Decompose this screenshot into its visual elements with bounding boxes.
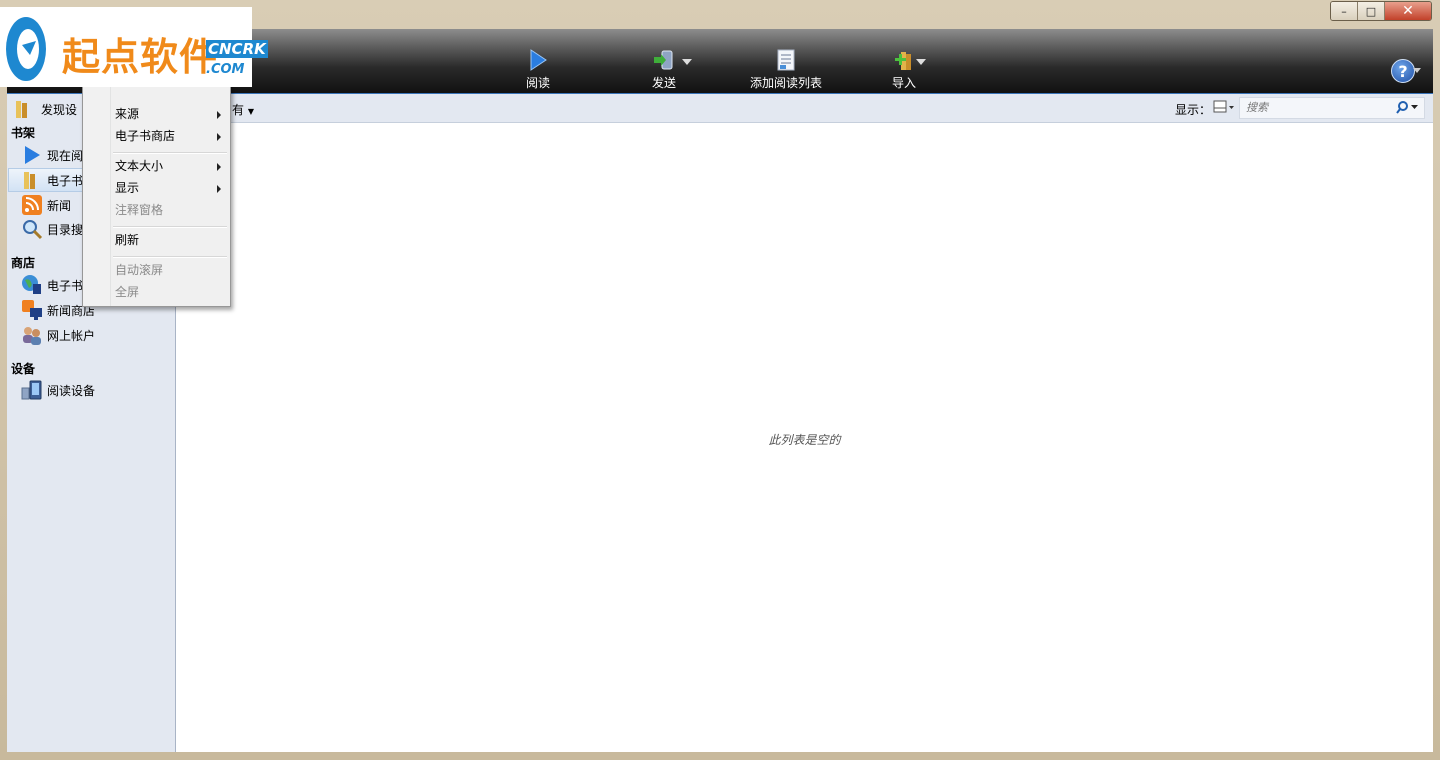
add-reading-list-button[interactable]: 添加阅读列表 <box>750 49 822 93</box>
sidebar-item-label: 发现设 <box>41 102 78 117</box>
view-mode-icon[interactable] <box>1213 100 1235 114</box>
import-button[interactable]: 导入 <box>892 49 926 93</box>
help-icon[interactable]: ? <box>1391 59 1415 83</box>
menu-item-ebook-store[interactable]: 电子书商店 <box>115 126 223 146</box>
menu-item-fullscreen: 全屏 <box>115 282 223 302</box>
app-window: – □ ✕ 阅读 发送 添加阅读列表 导入 ? 发现设 书架 现在阅 电子书 新… <box>0 0 1440 760</box>
search-input[interactable] <box>1246 101 1386 114</box>
menu-item-label: 文本大小 <box>115 159 164 173</box>
maximize-icon[interactable]: □ <box>1358 2 1385 20</box>
users-icon <box>21 324 43 346</box>
help-dropdown-arrow-icon[interactable] <box>1413 68 1421 73</box>
send-device-icon <box>653 49 675 71</box>
send-button[interactable]: 发送 <box>652 49 692 93</box>
sidebar-item-label: 电子书 <box>47 173 84 188</box>
read-button[interactable]: 阅读 <box>526 49 550 93</box>
globe-store-icon <box>21 274 43 296</box>
books-icon <box>13 98 35 120</box>
menu-item-label: 注释窗格 <box>115 203 164 217</box>
menu-item-text-size[interactable]: 文本大小 <box>115 156 223 176</box>
logo-badge: CNCRK <box>206 40 268 58</box>
menu-item-label: 全屏 <box>115 285 140 299</box>
sidebar-item-label: 电子书 <box>47 278 84 293</box>
submenu-arrow-icon <box>217 133 221 141</box>
close-icon[interactable]: ✕ <box>1385 2 1431 20</box>
sidebar-item-discover-devices[interactable]: 发现设 <box>13 98 77 120</box>
news-store-icon <box>21 299 43 321</box>
section-heading-devices: 设备 <box>11 362 36 376</box>
menu-item-label: 来源 <box>115 107 140 121</box>
books-icon <box>21 169 43 191</box>
section-heading-store: 商店 <box>11 256 36 270</box>
submenu-arrow-icon <box>217 185 221 193</box>
menu-item-source[interactable]: 来源 <box>115 104 223 124</box>
menu-icon-gutter <box>83 74 111 306</box>
send-label: 发送 <box>652 76 677 90</box>
sidebar-item-label: 网上帐户 <box>47 328 96 343</box>
magnifier-icon <box>21 218 43 240</box>
search-box <box>1239 97 1425 119</box>
filter-dropdown[interactable]: 有 ▼ <box>232 101 254 118</box>
submenu-arrow-icon <box>217 111 221 119</box>
menu-item-auto-scroll: 自动滚屏 <box>115 260 223 280</box>
sidebar-item-online-account[interactable]: 网上帐户 <box>21 324 171 346</box>
send-dropdown-arrow-icon[interactable] <box>682 59 692 65</box>
filter-value: 有 <box>232 103 245 117</box>
submenu-arrow-icon <box>217 163 221 171</box>
import-icon <box>893 49 915 71</box>
filter-bar: 有 ▼ 显示： <box>176 94 1433 123</box>
menu-item-label: 自动滚屏 <box>115 263 164 277</box>
add-reading-list-label: 添加阅读列表 <box>750 76 823 90</box>
sidebar-item-label: 目录搜 <box>47 222 84 237</box>
chevron-down-icon: ▼ <box>247 107 254 116</box>
content-list: 此列表是空的 <box>176 123 1433 752</box>
menu-item-label: 显示 <box>115 181 140 195</box>
menu-item-refresh[interactable]: 刷新 <box>115 230 223 250</box>
window-caption-buttons: – □ ✕ <box>1330 1 1432 21</box>
menu-item-notes-pane: 注释窗格 <box>115 200 223 220</box>
view-menu: 来源 电子书商店 文本大小 显示 注释窗格 刷新 自动滚屏 全屏 <box>82 73 231 307</box>
logo-title: 起点软件 <box>62 35 219 79</box>
play-icon <box>527 49 549 71</box>
logo-mark-icon <box>6 17 46 81</box>
import-dropdown-arrow-icon[interactable] <box>916 59 926 65</box>
rss-icon <box>21 194 43 216</box>
menu-item-display[interactable]: 显示 <box>115 178 223 198</box>
view-label: 显示： <box>1174 103 1211 117</box>
logo-domain: .COM <box>206 62 245 77</box>
menu-separator <box>113 226 227 228</box>
read-label: 阅读 <box>526 76 551 90</box>
import-label: 导入 <box>892 76 917 90</box>
menu-item-label: 刷新 <box>115 233 140 247</box>
menu-item-label: 电子书商店 <box>115 129 176 143</box>
sidebar-item-reading-devices[interactable]: 阅读设备 <box>21 379 171 401</box>
sidebar-item-label: 现在阅 <box>47 148 84 163</box>
devices-icon <box>21 379 43 401</box>
sidebar-item-label: 阅读设备 <box>47 383 96 398</box>
play-icon <box>21 144 43 166</box>
search-icon[interactable] <box>1394 100 1420 116</box>
empty-list-message: 此列表是空的 <box>768 433 841 447</box>
minimize-icon[interactable]: – <box>1331 2 1358 20</box>
add-list-icon <box>775 49 797 71</box>
watermark-logo: 起点软件 CNCRK .COM <box>0 7 268 87</box>
menu-separator <box>113 256 227 258</box>
section-heading-bookshelf: 书架 <box>11 126 36 140</box>
menu-separator <box>113 152 227 154</box>
sidebar-item-label: 新闻 <box>47 198 72 213</box>
